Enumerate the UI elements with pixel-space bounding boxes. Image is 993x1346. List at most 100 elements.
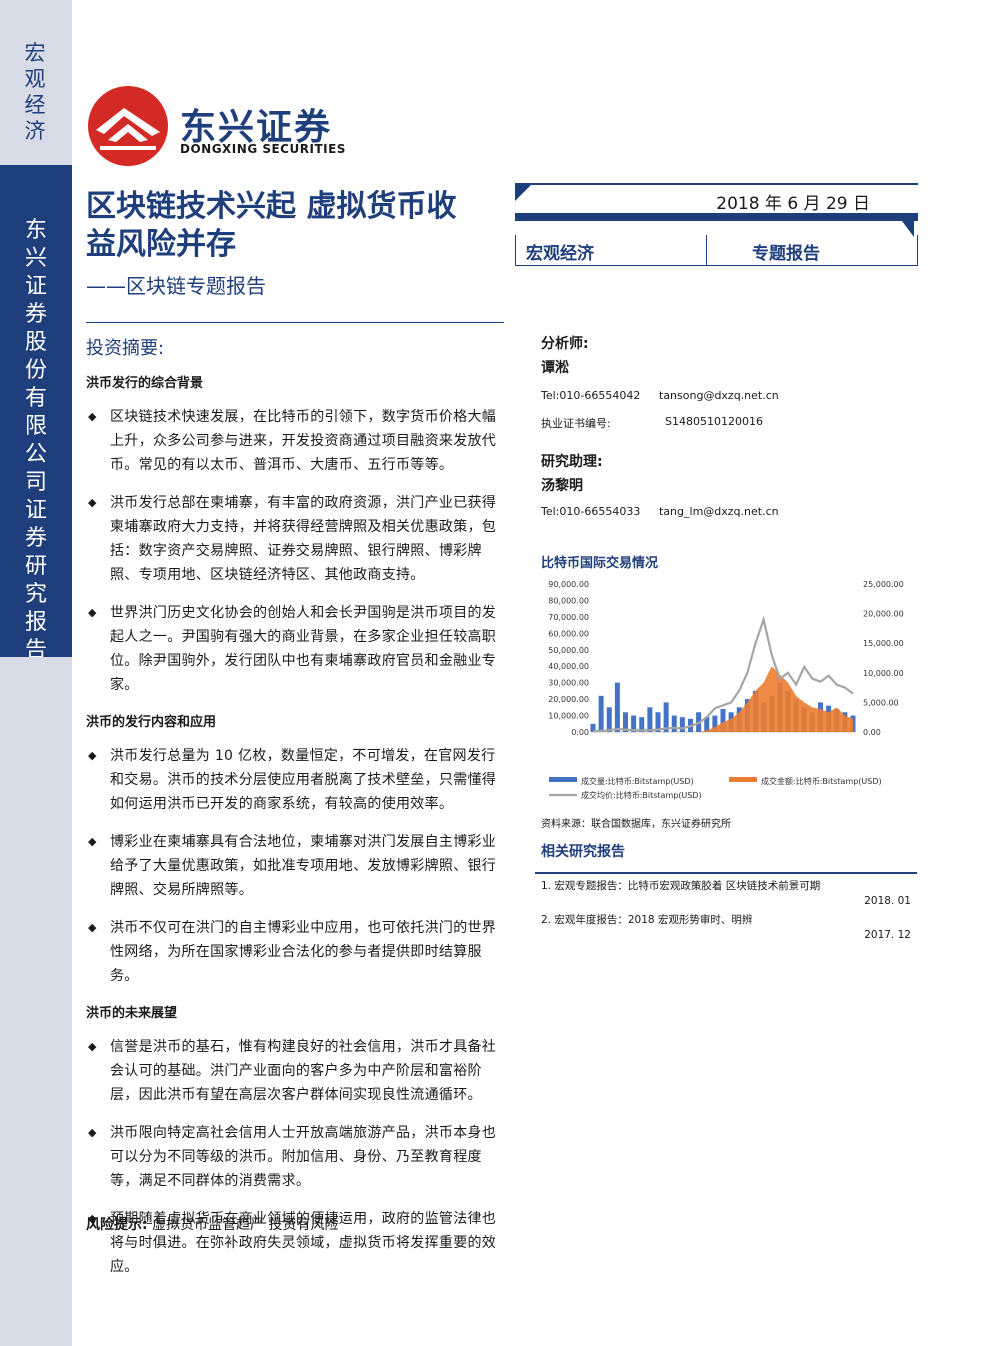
bullet-item: ◆ 洪币发行总量为 10 亿枚，数量恒定，不可增发，在官网发行和交易。洪币的技术分…: [86, 744, 506, 816]
bullet-item: ◆ 区块链技术快速发展，在比特币的引领下，数字货币价格大幅上升，众多公司参与进来，…: [86, 405, 506, 477]
sidebar-bottom-panel: [0, 657, 72, 1346]
report-meta-box: 2018 年 6 月 29 日 宏观经济 专题报告: [515, 183, 918, 267]
volume-bar: [598, 695, 604, 732]
y-right-tick-label: 20,000.00: [863, 610, 904, 619]
bullet-text: 洪币发行总量为 10 亿枚，数量恒定，不可增发，在官网发行和交易。洪币的技术分层…: [110, 748, 497, 812]
summary-top-rule: [86, 322, 504, 323]
related-item-date: 2018. 01: [864, 895, 911, 907]
report-date: 2018 年 6 月 29 日: [716, 194, 870, 214]
legend-swatch: [729, 777, 757, 782]
section-title: 洪币的未来展望: [86, 1006, 178, 1021]
diamond-bullet-icon: ◆: [88, 496, 97, 509]
brand-name-en: DONGXING SECURITIES: [180, 142, 346, 156]
y-right-tick-label: 15,000.00: [863, 639, 904, 648]
related-item-title: 2. 宏观年度报告：2018 宏观形势审时、明辨: [541, 914, 753, 926]
assistant-tel: Tel:010-66554033: [541, 505, 641, 518]
y-left-tick-label: 40,000.00: [548, 662, 589, 671]
sidebar-category-panel: 宏观经济: [0, 0, 72, 165]
assistant-contact: Tel:010-66554033 tang_lm@dxzq.net.cn: [541, 505, 921, 525]
y-left-tick-label: 60,000.00: [548, 629, 589, 638]
chart-source: 资料来源：联合国数据库，东兴证券研究所: [541, 819, 731, 830]
related-item-title: 1. 宏观专题报告：比特币宏观政策胶着 区块链技术前景可期: [541, 880, 821, 892]
sidebar-company-label: 东兴证券股份有限公司证券研究报告: [24, 218, 47, 663]
bullet-text: 博彩业在柬埔寨具有合法地位，柬埔寨对洪门发展自主博彩业给予了大量优惠政策，如批准…: [110, 834, 497, 898]
section-title: 洪币的发行内容和应用: [86, 715, 217, 730]
diamond-bullet-icon: ◆: [88, 1126, 97, 1139]
chart-title: 比特币国际交易情况: [541, 556, 659, 571]
volume-bar: [614, 682, 620, 732]
volume-bar: [679, 717, 685, 732]
y-left-tick-label: 20,000.00: [548, 695, 589, 704]
cert-number: S1480510120016: [665, 415, 763, 428]
dongxing-logo-icon: [88, 86, 168, 166]
analyst-name: 谭淞: [541, 360, 569, 376]
meta-corner-mark: [515, 185, 531, 201]
y-right-tick-label: 5,000.00: [863, 698, 899, 707]
volume-bar: [647, 707, 653, 732]
y-left-tick-label: 50,000.00: [548, 646, 589, 655]
bitcoin-trading-chart: 90,000.00 80,000.00 70,000.00 60,000.00 50,0…: [548, 580, 904, 800]
related-heading: 相关研究报告: [541, 844, 625, 860]
related-item-date: 2017. 12: [864, 929, 911, 941]
related-list: 1. 宏观专题报告：比特币宏观政策胶着 区块链技术前景可期 2018. 01 2…: [541, 878, 911, 946]
risk-warning: 风险提示: 虚拟货币监管趋严 投资有风险: [86, 1214, 339, 1234]
meta-top-rule: [515, 183, 918, 185]
legend-swatch: [549, 777, 577, 782]
bullet-item: ◆ 博彩业在柬埔寨具有合法地位，柬埔寨对洪门发展自主博彩业给予了大量优惠政策，如批…: [86, 830, 506, 902]
report-subtitle: ——区块链专题报告: [86, 274, 266, 298]
related-item[interactable]: 2. 宏观年度报告：2018 宏观形势审时、明辨 2017. 12: [541, 912, 911, 946]
y-right-tick-label: 0.00: [863, 728, 881, 737]
summary-heading: 投资摘要:: [86, 338, 165, 359]
meta-row: 宏观经济 专题报告: [515, 235, 918, 266]
y-left-tick-label: 0.00: [571, 728, 589, 737]
diamond-bullet-icon: ◆: [88, 921, 97, 934]
diamond-bullet-icon: ◆: [88, 1040, 97, 1053]
report-title: 区块链技术兴起 虚拟货币收益风险并存: [86, 189, 457, 262]
cert-label: 执业证书编号:: [541, 417, 611, 430]
legend-label: 成交金额:比特币:Bitstamp(USD): [761, 776, 882, 786]
bullet-item: ◆ 洪币不仅可在洪门的自主博彩业中应用，也可依托洪门的世界性网络，为所在国家博彩业…: [86, 916, 506, 988]
legend-label: 成交量:比特币:Bitstamp(USD): [581, 776, 694, 786]
volume-bar: [671, 715, 677, 732]
diamond-bullet-icon: ◆: [88, 835, 97, 848]
related-rule: [535, 872, 917, 874]
legend-label: 成交均价:比特币:Bitstamp(USD): [581, 790, 702, 800]
risk-text: 虚拟货币监管趋严 投资有风险: [152, 1217, 339, 1233]
y-left-tick-label: 90,000.00: [548, 580, 589, 589]
bullet-item: ◆ 洪币发行总部在柬埔寨，有丰富的政府资源，洪门产业已获得柬埔寨政府大力支持，并将…: [86, 491, 506, 587]
bullet-text: 洪币限向特定高社会信用人士开放高端旅游产品，洪币本身也可以分为不同等级的洪币。附…: [110, 1125, 497, 1189]
sidebar-category-label: 宏观经济: [24, 41, 46, 143]
y-right-tick-label: 25,000.00: [863, 580, 904, 589]
assistant-label: 研究助理:: [541, 454, 603, 470]
analyst-panel: 分析师: 谭淞 Tel:010-66554042 tansong@dxzq.ne…: [541, 333, 921, 525]
diamond-bullet-icon: ◆: [88, 749, 97, 762]
analyst-label: 分析师:: [541, 336, 589, 352]
bullet-text: 区块链技术快速发展，在比特币的引领下，数字货币价格大幅上升，众多公司参与进来，开…: [110, 409, 497, 473]
section-title: 洪币发行的综合背景: [86, 376, 204, 391]
diamond-bullet-icon: ◆: [88, 410, 97, 423]
meta-corner-mark-right: [896, 213, 914, 237]
analyst-email[interactable]: tansong@dxzq.net.cn: [659, 389, 779, 402]
y-left-tick-label: 70,000.00: [548, 613, 589, 622]
meta-divider: [706, 235, 707, 265]
report-type: 专题报告: [752, 244, 820, 264]
related-item[interactable]: 1. 宏观专题报告：比特币宏观政策胶着 区块链技术前景可期 2018. 01: [541, 878, 911, 912]
bullet-item: ◆ 世界洪门历史文化协会的创始人和会长尹国驹是洪币项目的发起人之一。尹国驹有强大的…: [86, 601, 506, 697]
y-left-tick-label: 30,000.00: [548, 679, 589, 688]
analyst-contact: Tel:010-66554042 tansong@dxzq.net.cn: [541, 389, 921, 409]
bullet-text: 洪币不仅可在洪门的自主博彩业中应用，也可依托洪门的世界性网络，为所在国家博彩业合…: [110, 920, 497, 984]
bullet-text: 世界洪门历史文化协会的创始人和会长尹国驹是洪币项目的发起人之一。尹国驹有强大的商…: [110, 605, 497, 693]
bullet-item: ◆ 信誉是洪币的基石，惟有构建良好的社会信用，洪币才具备社会认可的基础。洪门产业面…: [86, 1035, 506, 1107]
bullet-text: 信誉是洪币的基石，惟有构建良好的社会信用，洪币才具备社会认可的基础。洪门产业面向…: [110, 1039, 497, 1103]
summary-body: 洪币发行的综合背景 ◆ 区块链技术快速发展，在比特币的引领下，数字货币价格大幅上升…: [86, 372, 506, 1293]
volume-bar: [606, 707, 612, 732]
report-category: 宏观经济: [526, 244, 594, 264]
y-left-tick-label: 80,000.00: [548, 596, 589, 605]
analyst-tel: Tel:010-66554042: [541, 389, 641, 402]
diamond-bullet-icon: ◆: [88, 606, 97, 619]
risk-label: 风险提示:: [86, 1217, 148, 1233]
sidebar-company-panel: 东兴证券股份有限公司证券研究报告: [0, 165, 72, 663]
analyst-cert: 执业证书编号: S1480510120016: [541, 415, 921, 435]
y-right-tick-label: 10,000.00: [863, 669, 904, 678]
assistant-email[interactable]: tang_lm@dxzq.net.cn: [659, 505, 779, 518]
